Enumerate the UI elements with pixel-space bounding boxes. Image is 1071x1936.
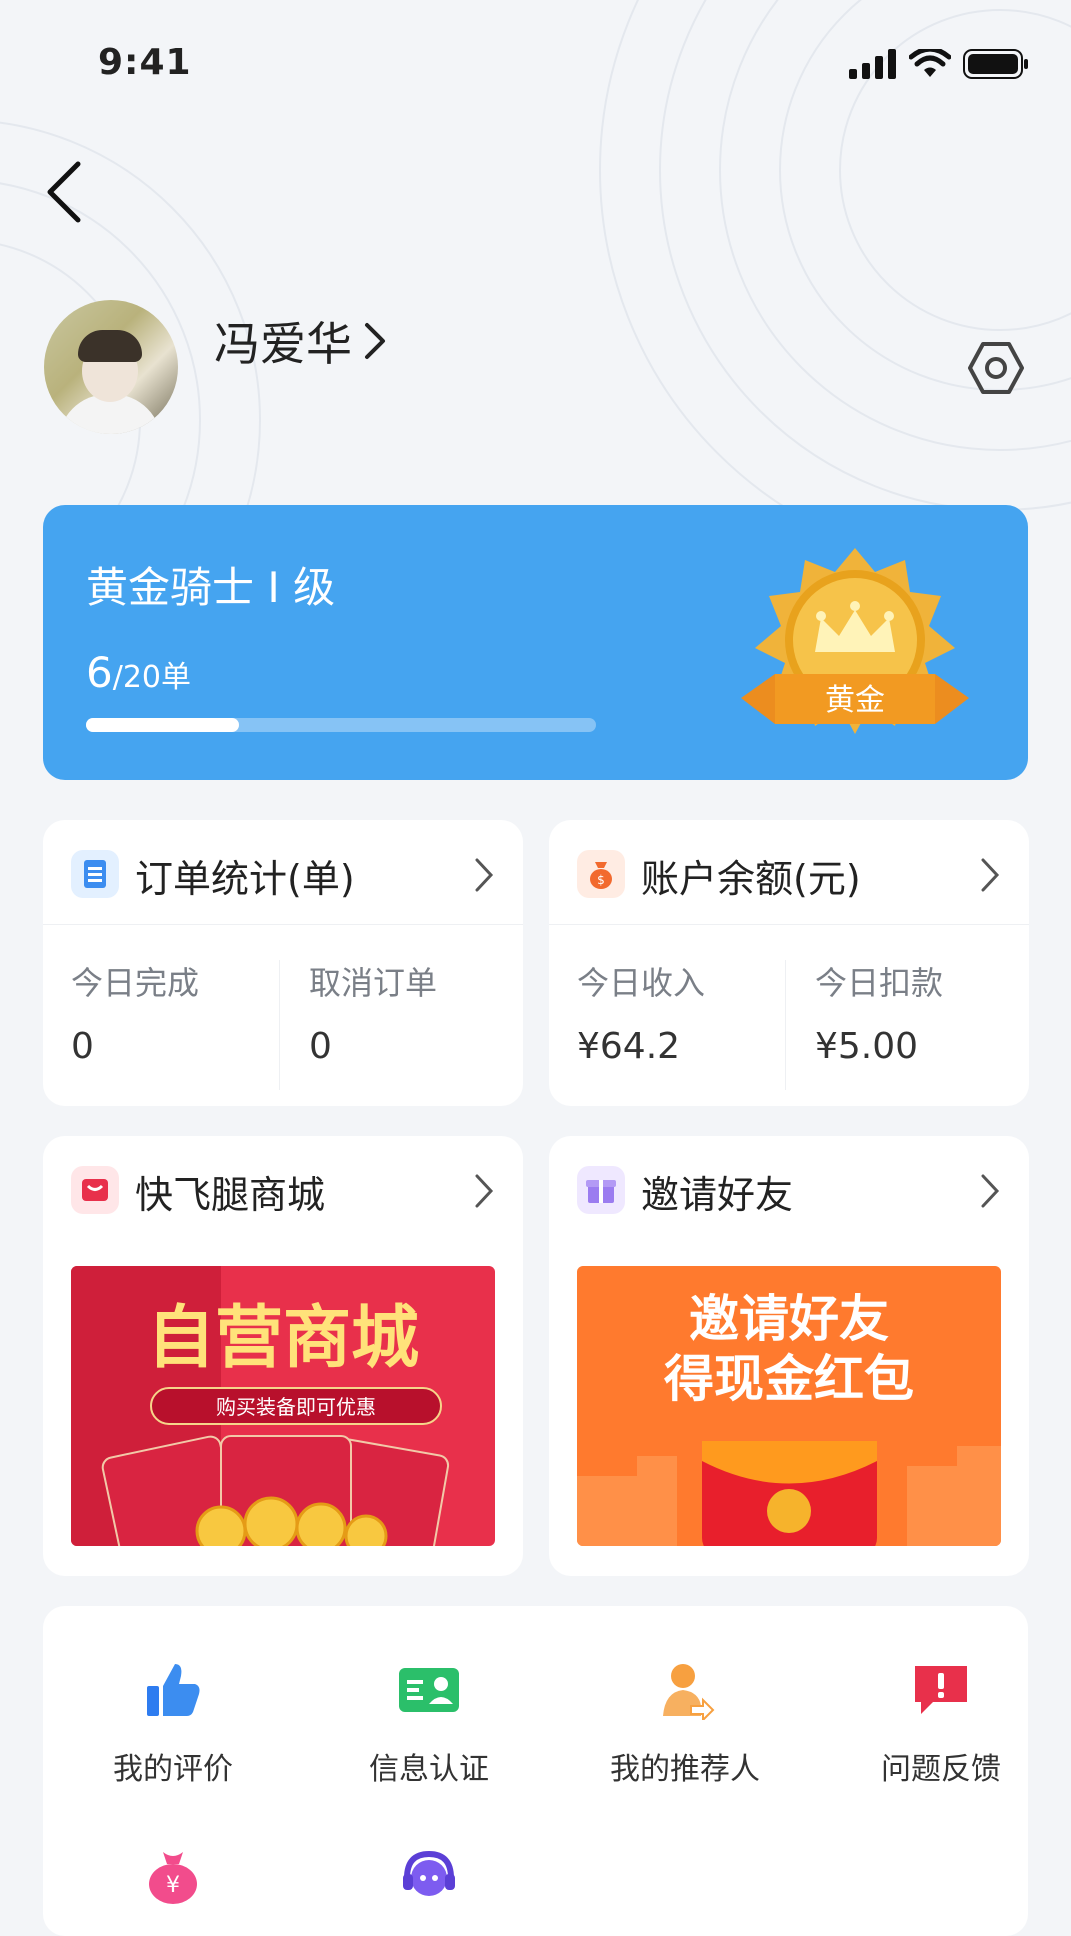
mall-header[interactable]: 快飞腿商城 xyxy=(43,1136,523,1240)
menu-label: 我的推荐人 xyxy=(610,1752,760,1787)
invite-header[interactable]: 邀请好友 xyxy=(549,1136,1029,1240)
back-icon[interactable] xyxy=(44,160,84,224)
menu-label: 我的评价 xyxy=(113,1752,233,1787)
stat-deduction-today: 今日扣款 ¥5.00 xyxy=(815,958,943,1067)
feedback-icon xyxy=(915,1666,967,1714)
stat-label: 取消订单 xyxy=(309,964,438,1002)
invite-banner-line1: 邀请好友 xyxy=(689,1290,889,1348)
level-progress-bar xyxy=(86,718,596,732)
stat-value: 0 xyxy=(309,1026,332,1067)
chevron-right-icon xyxy=(365,323,385,359)
menu-money-item[interactable]: ¥ xyxy=(53,1846,293,1910)
stat-label: 今日收入 xyxy=(577,964,706,1002)
menu-label: 问题反馈 xyxy=(881,1752,1001,1787)
balance-card[interactable]: $ 账户余额(元) 今日收入 ¥64.2 今日扣款 ¥5.00 xyxy=(549,820,1029,1106)
mall-banner[interactable]: 自营商城 购买装备即可优惠 xyxy=(71,1266,495,1546)
money-bag-icon: $ xyxy=(577,850,625,898)
order-list-icon xyxy=(71,850,119,898)
status-icons xyxy=(849,48,1029,80)
invite-card[interactable]: 邀请好友 邀请好友 得现金红包 xyxy=(549,1136,1029,1576)
level-progress-fill xyxy=(86,718,239,732)
thumbs-up-icon xyxy=(147,1664,200,1716)
status-time: 9:41 xyxy=(98,42,192,83)
gold-medal-icon: 黄金 xyxy=(741,548,969,734)
stat-value: ¥5.00 xyxy=(815,1026,919,1067)
avatar[interactable] xyxy=(44,300,178,434)
gift-icon xyxy=(577,1166,625,1214)
id-card-icon xyxy=(399,1668,459,1712)
menu-my-referrer[interactable]: 我的推荐人 xyxy=(565,1660,805,1788)
chevron-right-icon xyxy=(981,858,1000,892)
chevron-right-icon xyxy=(475,858,494,892)
medal-badge-text: 黄金 xyxy=(825,683,885,718)
chevron-right-icon xyxy=(475,1174,494,1208)
balance-title: 账户余额(元) xyxy=(641,857,861,901)
divider xyxy=(785,960,786,1090)
stat-income-today: 今日收入 ¥64.2 xyxy=(577,958,705,1067)
menu-customer-service[interactable] xyxy=(309,1846,549,1910)
money-bag-icon: ¥ xyxy=(149,1852,197,1904)
level-current-count: 6 xyxy=(86,648,113,697)
referrer-icon xyxy=(663,1664,715,1723)
menu-my-reviews[interactable]: 我的评价 xyxy=(53,1660,293,1788)
stat-label: 今日扣款 xyxy=(815,964,944,1002)
stat-label: 今日完成 xyxy=(71,964,200,1002)
invite-title: 邀请好友 xyxy=(641,1173,794,1217)
order-stats-card[interactable]: 订单统计(单) 今日完成 0 取消订单 0 xyxy=(43,820,523,1106)
order-stats-title: 订单统计(单) xyxy=(135,857,355,901)
balance-header[interactable]: $ 账户余额(元) xyxy=(549,820,1029,925)
signal-icon xyxy=(849,49,896,79)
profile-name: 冯爱华 xyxy=(214,317,352,371)
customer-service-icon xyxy=(403,1850,455,1896)
menu-label: 信息认证 xyxy=(369,1752,489,1787)
stat-value: ¥64.2 xyxy=(577,1026,681,1067)
divider xyxy=(279,960,280,1090)
menu-card: 我的评价 信息认证 我的推荐人 问题反馈 ¥ xyxy=(43,1606,1028,1936)
profile-name-link[interactable]: 冯爱华 xyxy=(214,308,388,374)
level-order-count: 6 /20单 xyxy=(86,648,191,697)
invite-banner[interactable]: 邀请好友 得现金红包 xyxy=(577,1266,1001,1546)
stat-cancelled-orders: 取消订单 0 xyxy=(309,958,437,1067)
settings-icon[interactable] xyxy=(966,338,1026,398)
chevron-right-icon xyxy=(981,1174,1000,1208)
mall-bag-icon xyxy=(71,1166,119,1214)
battery-icon xyxy=(963,49,1028,79)
invite-banner-line2: 得现金红包 xyxy=(664,1350,914,1408)
menu-info-verification[interactable]: 信息认证 xyxy=(309,1660,549,1788)
order-stats-header[interactable]: 订单统计(单) xyxy=(43,820,523,925)
level-title: 黄金骑士 Ⅰ 级 xyxy=(86,563,336,612)
mall-card[interactable]: 快飞腿商城 自营商城 购买装备即可优惠 xyxy=(43,1136,523,1576)
mall-banner-subtitle: 购买装备即可优惠 xyxy=(216,1395,376,1419)
svg-text:$: $ xyxy=(597,873,605,887)
mall-banner-title: 自营商城 xyxy=(147,1299,419,1378)
stat-value: 0 xyxy=(71,1026,94,1067)
menu-feedback[interactable]: 问题反馈 xyxy=(821,1660,1061,1788)
stat-completed-today: 今日完成 0 xyxy=(71,958,199,1067)
svg-text:¥: ¥ xyxy=(166,1873,180,1898)
mall-title: 快飞腿商城 xyxy=(135,1173,326,1217)
wifi-icon xyxy=(909,49,951,77)
level-total-count: /20单 xyxy=(112,660,192,695)
